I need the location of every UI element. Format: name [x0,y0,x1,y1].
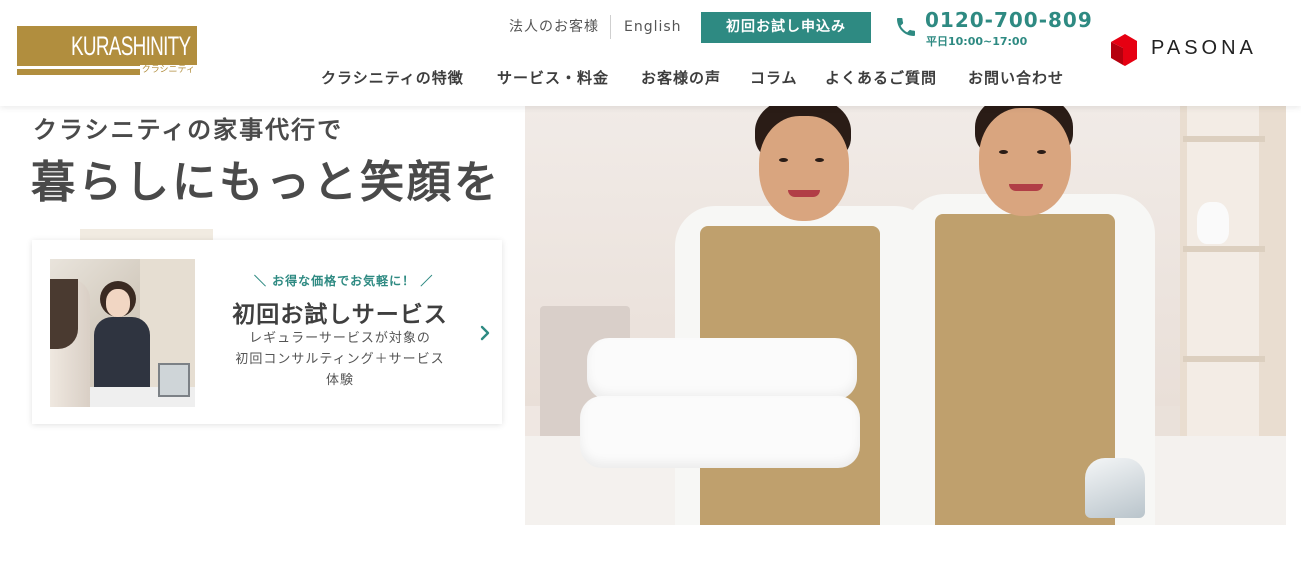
pasona-text: PASONA [1151,37,1257,59]
phone-hours: 平日10:00~17:00 [926,35,1028,48]
card-description: レギュラーサービスが対象の 初回コンサルティング＋サービス 体験 [217,328,463,391]
card-desc-line: 初回コンサルティング＋サービス [235,352,445,367]
phone-number[interactable]: 0120-700-809 [925,8,1093,32]
nav-item-faq[interactable]: よくあるご質問 [825,66,937,90]
logo-kana: クラシニティ [139,65,197,76]
card-title: 初回お試しサービス [232,302,448,328]
english-link[interactable]: English [624,14,682,40]
logo-text: KURASHINITY [71,31,191,61]
hero-title: 暮らしにもっと笑顔を [31,157,501,208]
phone-icon [897,18,915,36]
nav-item-services[interactable]: サービス・料金 [497,66,609,90]
site-header: KURASHINITY クラシニティ 法人のお客様 English 初回お試し申… [0,0,1301,106]
consultation-photo [50,259,195,407]
nav-item-reviews[interactable]: お客様の声 [641,66,721,90]
trial-apply-button[interactable]: 初回お試し申込み [701,12,871,43]
nav-item-contact[interactable]: お問い合わせ [968,66,1064,90]
chevron-right-icon[interactable] [478,324,492,342]
nav-item-column[interactable]: コラム [750,66,798,90]
hero-photo [525,106,1286,525]
hero-subtitle: クラシニティの家事代行で [33,116,344,144]
nav-item-features[interactable]: クラシニティの特徴 [321,66,464,90]
kurashinity-logo[interactable]: KURASHINITY クラシニティ [17,26,197,76]
card-tagline: ＼ お得な価格でお気軽に！ ／ [254,274,434,288]
trial-service-card[interactable]: ＼ お得な価格でお気軽に！ ／ 初回お試しサービス レギュラーサービスが対象の … [32,240,502,424]
pasona-mark-icon [1111,34,1137,66]
corporate-link[interactable]: 法人のお客様 [509,14,599,40]
util-divider [610,15,611,39]
card-desc-line: レギュラーサービスが対象の [249,331,431,346]
card-desc-line: 体験 [325,373,354,388]
